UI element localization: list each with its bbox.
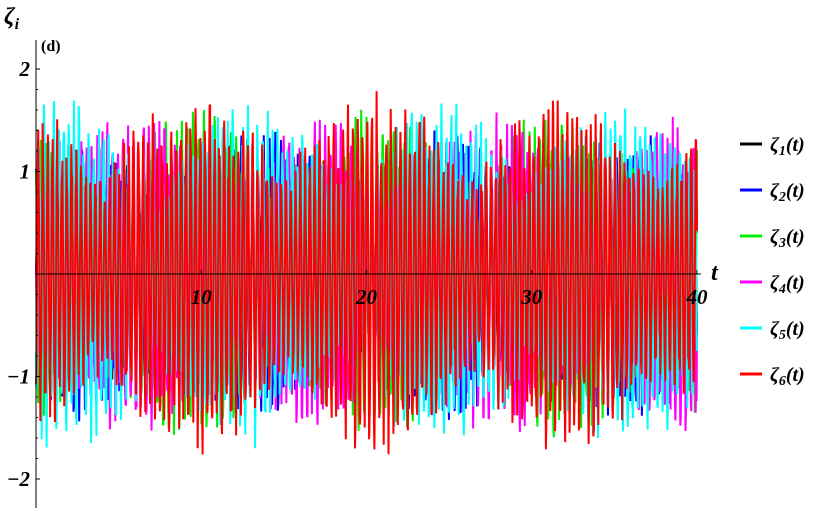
y-ticks: 2 1 −1 −2 (7, 57, 40, 491)
y-axis-label: ζi (4, 4, 20, 33)
chart-plot: 10 20 30 40 2 1 −1 −2 ζi t (d) ζ1(t) ζ2(t) ζ3(t)… (4, 4, 805, 508)
legend-label: ζ5(t) (770, 318, 805, 343)
legend-label: ζ1(t) (770, 134, 805, 159)
x-tick-label: 40 (686, 285, 709, 309)
y-tick-label: 1 (20, 160, 31, 184)
legend-label: ζ6(t) (770, 364, 805, 389)
y-tick-label: 2 (19, 57, 31, 81)
x-tick-label: 10 (191, 285, 213, 309)
x-axis-label: t (711, 260, 719, 286)
x-tick-label: 30 (520, 285, 543, 309)
legend-label: ζ4(t) (770, 272, 805, 297)
x-tick-label: 20 (355, 285, 378, 309)
y-tick-label: −2 (7, 467, 31, 491)
panel-label: (d) (41, 38, 61, 55)
legend-label: ζ2(t) (770, 180, 805, 205)
y-tick-label: −1 (7, 365, 30, 389)
legend-label: ζ3(t) (770, 226, 805, 251)
legend: ζ1(t) ζ2(t) ζ3(t) ζ4(t) ζ5(t) ζ6(t) (740, 134, 805, 389)
